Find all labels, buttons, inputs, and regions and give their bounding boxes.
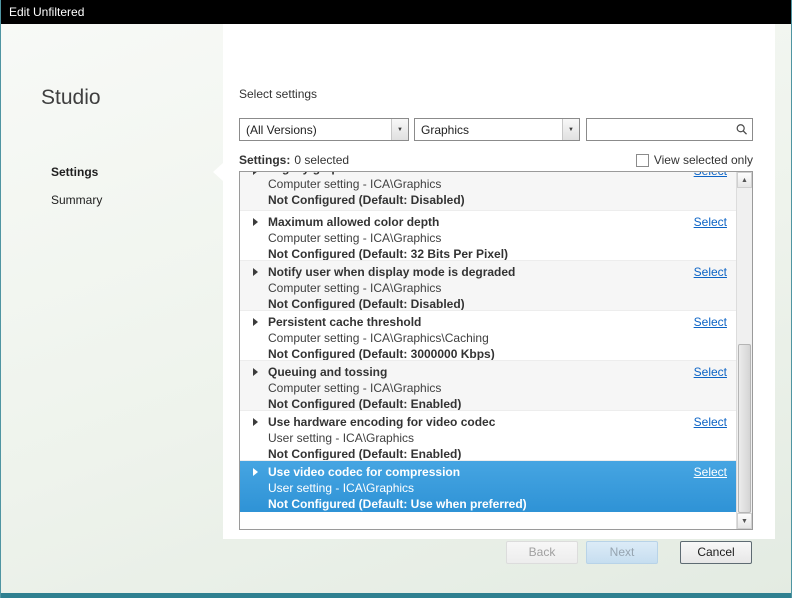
expander-icon[interactable] <box>253 418 258 426</box>
setting-status: Not Configured (Default: Disabled) <box>268 192 676 208</box>
setting-scope: Computer setting - ICA\Graphics <box>268 280 676 296</box>
setting-scope: User setting - ICA\Graphics <box>268 430 676 446</box>
setting-status: Not Configured (Default: 3000000 Kbps) <box>268 346 676 361</box>
cancel-button[interactable]: Cancel <box>680 541 752 564</box>
setting-status: Not Configured (Default: 32 Bits Per Pix… <box>268 246 676 261</box>
active-step-notch <box>213 163 223 181</box>
setting-status: Not Configured (Default: Use when prefer… <box>268 496 676 512</box>
scroll-down-button[interactable]: ▼ <box>737 513 752 529</box>
scrollbar-thumb[interactable] <box>738 344 751 513</box>
settings-list: Legacy graphics mode Computer setting - … <box>239 171 753 530</box>
edit-unfiltered-dialog: Edit Unfiltered Studio Settings Summary … <box>0 0 792 598</box>
window-title: Edit Unfiltered <box>9 5 84 19</box>
sidebar-item-summary[interactable]: Summary <box>51 192 102 208</box>
settings-panel: Select settings (All Versions) ▼ Graphic… <box>223 24 775 539</box>
search-icon[interactable] <box>730 123 752 136</box>
setting-scope: Computer setting - ICA\Graphics <box>268 230 676 246</box>
setting-scope: Computer setting - ICA\Graphics <box>268 380 676 396</box>
setting-row[interactable]: Notify user when display mode is degrade… <box>240 261 736 311</box>
select-link[interactable]: Select <box>694 365 727 379</box>
settings-list-rows: Legacy graphics mode Computer setting - … <box>240 172 736 529</box>
filter-row: (All Versions) ▼ Graphics ▼ <box>239 118 753 141</box>
select-link[interactable]: Select <box>694 172 727 178</box>
setting-row[interactable]: Legacy graphics mode Computer setting - … <box>240 172 736 211</box>
category-dropdown-value: Graphics <box>415 123 562 137</box>
setting-row[interactable]: Queuing and tossing Computer setting - I… <box>240 361 736 411</box>
setting-status: Not Configured (Default: Enabled) <box>268 396 676 411</box>
settings-selected-count: Settings:0 selected <box>239 153 349 167</box>
setting-title: Queuing and tossing <box>268 364 676 380</box>
next-button[interactable]: Next <box>586 541 658 564</box>
dialog-body: Studio Settings Summary Select settings … <box>1 24 791 593</box>
expander-icon[interactable] <box>253 268 258 276</box>
setting-scope: Computer setting - ICA\Graphics <box>268 176 676 192</box>
expander-icon[interactable] <box>253 318 258 326</box>
expander-icon[interactable] <box>253 368 258 376</box>
chevron-down-icon: ▼ <box>391 119 408 140</box>
setting-title: Persistent cache threshold <box>268 314 676 330</box>
sidebar-item-settings[interactable]: Settings <box>51 164 102 180</box>
view-selected-only-label: View selected only <box>654 153 753 167</box>
setting-title: Use video codec for compression <box>268 464 676 480</box>
setting-scope: User setting - ICA\Graphics <box>268 480 676 496</box>
setting-status: Not Configured (Default: Enabled) <box>268 446 676 461</box>
expander-icon[interactable] <box>253 468 258 476</box>
chevron-down-icon: ▼ <box>562 119 579 140</box>
category-dropdown[interactable]: Graphics ▼ <box>414 118 580 141</box>
view-selected-only-checkbox[interactable] <box>636 154 649 167</box>
wizard-steps: Settings Summary <box>51 164 102 220</box>
setting-title: Notify user when display mode is degrade… <box>268 264 676 280</box>
expander-icon[interactable] <box>253 218 258 226</box>
setting-row[interactable]: Maximum allowed color depth Computer set… <box>240 211 736 261</box>
setting-title: Maximum allowed color depth <box>268 214 676 230</box>
setting-row-selected[interactable]: Use video codec for compression User set… <box>240 461 736 512</box>
scrollbar-track[interactable] <box>737 188 752 513</box>
window-bottom-border <box>1 593 791 598</box>
setting-scope: Computer setting - ICA\Graphics\Caching <box>268 330 676 346</box>
expander-icon[interactable] <box>253 172 258 175</box>
setting-row[interactable]: Use hardware encoding for video codec Us… <box>240 411 736 461</box>
titlebar: Edit Unfiltered <box>1 0 791 24</box>
scroll-up-button[interactable]: ▲ <box>737 172 752 188</box>
list-summary-row: Settings:0 selected View selected only <box>239 152 753 168</box>
scrollbar[interactable]: ▲ ▼ <box>736 172 752 529</box>
select-link[interactable]: Select <box>694 265 727 279</box>
search-input[interactable] <box>587 119 730 140</box>
page-title: Select settings <box>239 87 317 101</box>
select-link[interactable]: Select <box>694 215 727 229</box>
view-selected-only-toggle[interactable]: View selected only <box>636 153 753 167</box>
studio-logo: Studio <box>41 86 101 110</box>
select-link[interactable]: Select <box>694 415 727 429</box>
setting-row[interactable]: Persistent cache threshold Computer sett… <box>240 311 736 361</box>
setting-status: Not Configured (Default: Disabled) <box>268 296 676 311</box>
version-dropdown[interactable]: (All Versions) ▼ <box>239 118 409 141</box>
select-link[interactable]: Select <box>694 465 727 479</box>
setting-title: Use hardware encoding for video codec <box>268 414 676 430</box>
select-link[interactable]: Select <box>694 315 727 329</box>
back-button[interactable]: Back <box>506 541 578 564</box>
version-dropdown-value: (All Versions) <box>240 123 391 137</box>
search-box <box>586 118 753 141</box>
